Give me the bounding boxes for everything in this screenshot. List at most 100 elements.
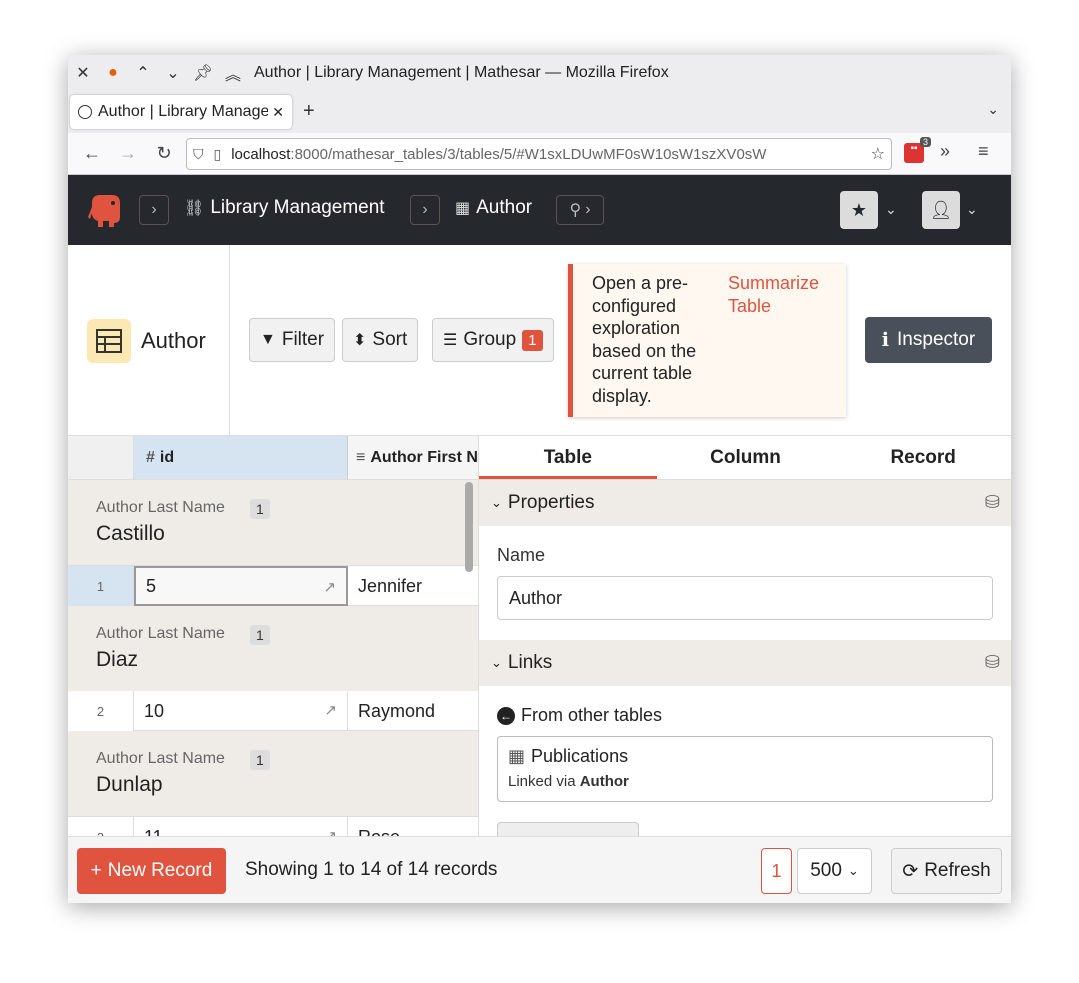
- browser-tab[interactable]: Author | Library Management ✕: [70, 95, 292, 129]
- link-card-publications[interactable]: ▦ Publications Linked via Author: [497, 736, 993, 802]
- id-cell[interactable]: 5 ↗: [134, 566, 348, 606]
- breadcrumb-chevron-2[interactable]: ›: [410, 195, 440, 225]
- id-cell[interactable]: 10 ↗: [134, 691, 348, 731]
- inspector-label: Inspector: [897, 329, 976, 350]
- first-name-cell[interactable]: Jennifer: [348, 566, 478, 606]
- search-button[interactable]: ⚲ ›: [556, 195, 604, 225]
- close-window-icon[interactable]: ✕: [68, 63, 98, 83]
- external-link-icon[interactable]: ↗: [324, 827, 337, 836]
- name-field-label: Name: [497, 545, 546, 565]
- chevron-down-icon[interactable]: ⌄: [158, 63, 188, 83]
- double-chevron-up-icon[interactable]: ︽: [218, 61, 248, 85]
- row-number[interactable]: 2: [68, 691, 134, 731]
- hamburger-menu-icon[interactable]: ≡: [978, 141, 989, 162]
- group-header: Author Last Name 1 Diaz: [68, 606, 478, 692]
- table-row: 1 5 ↗ Jennifer: [68, 566, 478, 606]
- links-label: Links: [507, 652, 553, 673]
- back-arrow-icon[interactable]: ←: [74, 143, 110, 164]
- filter-label: Filter: [281, 329, 325, 350]
- table-name: Author: [141, 327, 206, 353]
- tab-table[interactable]: Table: [479, 436, 657, 479]
- sort-label: Sort: [372, 329, 408, 350]
- group-header: Author Last Name 1 Castillo: [68, 480, 478, 566]
- tab-column[interactable]: Column: [657, 436, 835, 479]
- refresh-button[interactable]: ⟳ Refresh: [891, 848, 1002, 894]
- breadcrumb-table[interactable]: ▦ Author: [455, 197, 532, 219]
- overflow-menu-icon[interactable]: »: [940, 141, 950, 162]
- plus-icon: +: [90, 860, 102, 881]
- arrow-left-circle-icon: ←: [497, 706, 515, 725]
- search-icon: ⚲: [569, 202, 582, 219]
- page-size-select[interactable]: 500 ⌄: [797, 848, 872, 894]
- new-tab-icon[interactable]: +: [303, 100, 315, 123]
- favorites-star-icon[interactable]: ★: [840, 191, 878, 229]
- first-name-cell[interactable]: Raymond: [348, 691, 478, 731]
- inspector-button[interactable]: ℹ Inspector: [865, 317, 992, 363]
- new-record-label: New Record: [107, 860, 213, 881]
- table-row: 3 11 ↗ Rose: [68, 817, 478, 836]
- refresh-label: Refresh: [924, 860, 991, 881]
- breadcrumb-chevron-1[interactable]: ›: [139, 195, 169, 225]
- table-icon: [87, 318, 131, 363]
- pin-icon[interactable]: 📌︎: [188, 63, 218, 83]
- inspector-panel: Table Column Record ⌄ Properties ⛁ Name …: [478, 436, 1011, 836]
- shield-icon[interactable]: ⛉: [193, 146, 204, 163]
- properties-section-header[interactable]: ⌄ Properties ⛁: [479, 480, 1011, 526]
- tab-strip: Author | Library Management ✕ + ⌄: [68, 91, 1011, 133]
- favorites-caret-icon[interactable]: ⌄: [885, 201, 897, 218]
- list-icon: ☰: [443, 332, 458, 349]
- schema-icon: ⛓︎: [184, 200, 205, 217]
- tab-record[interactable]: Record: [834, 436, 1011, 479]
- external-link-icon[interactable]: ↗: [324, 701, 337, 719]
- extension-icon[interactable]: ▪▪ 3: [904, 137, 931, 163]
- links-section-header[interactable]: ⌄ Links ⛁: [479, 640, 1011, 686]
- mathesar-logo-icon[interactable]: [86, 191, 124, 229]
- close-tab-icon[interactable]: ✕: [272, 104, 284, 121]
- link-table-name: Publications: [531, 746, 629, 766]
- group-value: Diaz: [96, 648, 139, 671]
- refresh-icon: ⟳: [902, 860, 919, 882]
- group-count-badge: 1: [250, 750, 270, 770]
- bookmark-star-icon[interactable]: ☆: [871, 144, 885, 164]
- forward-arrow-icon[interactable]: →: [110, 143, 146, 164]
- table-toolbar: Author ▼ Filter ⬍ Sort ☰ Group 1 Open a …: [68, 245, 1011, 436]
- column-header-id[interactable]: # id: [134, 436, 348, 480]
- globe-icon: [78, 105, 92, 119]
- group-label: Author Last Name: [96, 625, 225, 642]
- url-bar[interactable]: ⛉ ▯ localhost :8000/mathesar_tables/3/ta…: [186, 138, 892, 170]
- tab-list-chevron-icon[interactable]: ⌄: [987, 101, 999, 118]
- user-avatar-icon[interactable]: 👤︎: [922, 191, 960, 229]
- chevron-down-icon: ⌄: [491, 495, 502, 510]
- user-caret-icon[interactable]: ⌄: [966, 201, 978, 218]
- chevron-up-icon[interactable]: ⌃: [128, 63, 158, 83]
- table-icon: ▦: [455, 200, 471, 217]
- id-cell[interactable]: 11 ↗: [134, 817, 348, 836]
- row-number[interactable]: 3: [68, 817, 134, 836]
- id-value: 5: [146, 575, 157, 596]
- filter-button[interactable]: ▼ Filter: [249, 318, 336, 362]
- row-number[interactable]: 1: [68, 566, 134, 606]
- sort-button[interactable]: ⬍ Sort: [342, 318, 419, 362]
- first-name-cell[interactable]: Rose: [348, 817, 478, 837]
- reload-icon[interactable]: ↻: [146, 143, 182, 164]
- partial-button[interactable]: [497, 822, 639, 836]
- new-record-button[interactable]: + New Record: [77, 848, 226, 894]
- summarize-table-link[interactable]: Summarize Table: [728, 272, 848, 317]
- browser-window: ✕ ● ⌃ ⌄ 📌︎ ︽ Author | Library Management…: [68, 55, 1011, 903]
- table-name-input[interactable]: Author: [497, 576, 993, 620]
- url-path: :8000/mathesar_tables/3/tables/5/#W1sxLD…: [290, 145, 767, 163]
- page-button[interactable]: 1: [761, 848, 792, 894]
- window-titlebar: ✕ ● ⌃ ⌄ 📌︎ ︽ Author | Library Management…: [68, 55, 1011, 91]
- chevron-down-icon: ⌄: [847, 863, 859, 878]
- tab-title: Author | Library Management: [98, 103, 269, 120]
- breadcrumb-schema[interactable]: ⛓︎ Library Management: [184, 197, 385, 219]
- page-icon: ▯: [213, 145, 222, 162]
- page-size-value: 500: [810, 860, 842, 881]
- linked-via-column: Author: [579, 773, 629, 790]
- app-header: › ⛓︎ Library Management › ▦ Author ⚲ › ★ …: [68, 175, 1011, 245]
- column-header-first-name[interactable]: ≡ Author First Name: [348, 436, 478, 480]
- grid-scrollbar[interactable]: [465, 482, 473, 572]
- group-button[interactable]: ☰ Group 1: [432, 318, 554, 362]
- linked-via-prefix: Linked via: [508, 773, 576, 790]
- external-link-icon[interactable]: ↗: [323, 578, 336, 596]
